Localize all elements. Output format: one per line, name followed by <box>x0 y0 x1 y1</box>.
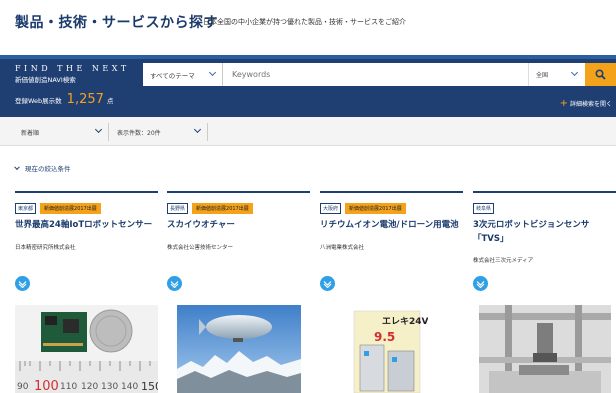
page-title: 製品・技術・サービスから探す <box>15 15 218 31</box>
company-name: 八洲電業株式会社 <box>320 245 365 251</box>
chevron-badge-icon <box>320 276 335 291</box>
award-badge: 新価値創造展2017出展 <box>40 203 101 214</box>
product-image[interactable]: エレキ24V 9.5 <box>348 305 428 393</box>
product-card[interactable]: 大阪府 新価値創造展2017出展 リチウムイオン電池/ドローン用電池 八洲電業株… <box>320 191 463 393</box>
chevron-badge-icon <box>167 276 182 291</box>
ruler-label: 130 <box>101 382 118 392</box>
prefecture-badge: 長野県 <box>167 203 189 214</box>
chevron-badge-icon <box>15 276 30 291</box>
product-card[interactable]: 岐阜県 3次元ロボットビジョンセンサ「TVS」 株式会社三次元メディア <box>473 191 616 393</box>
product-card[interactable]: 東京都 新価値創造展2017出展 世界最高24軸IoTロボットセンサー 日本精密… <box>15 191 158 393</box>
prefecture-badge: 大阪府 <box>320 203 342 214</box>
prefecture-badge: 岐阜県 <box>473 203 495 214</box>
count-unit: 点 <box>106 97 114 105</box>
product-image-text: 9.5 <box>374 330 395 344</box>
count-value: 1,257 <box>66 92 104 107</box>
current-filter-toggle[interactable]: 現在の絞込条件 <box>14 163 71 173</box>
search-button[interactable] <box>585 63 616 86</box>
advanced-search-label: 詳細検索を開く <box>569 101 612 108</box>
ruler-label: 90 <box>17 382 29 392</box>
product-title[interactable]: 世界最高24軸IoTロボットセンサー <box>15 219 158 233</box>
theme-select-label: すべてのテーマ <box>150 71 195 80</box>
area-select-label: 全国 <box>536 72 549 79</box>
plus-icon: + <box>559 97 568 109</box>
search-icon <box>595 69 606 80</box>
area-select[interactable]: 全国 <box>528 63 585 86</box>
product-title[interactable]: 3次元ロボットビジョンセンサ「TVS」 <box>473 219 616 246</box>
ruler-label: 120 <box>81 382 98 392</box>
prefecture-badge: 東京都 <box>15 203 37 214</box>
brand-en: FIND THE NEXT <box>15 64 130 73</box>
ruler-label: 100 <box>34 379 59 393</box>
sort-order-select[interactable]: 新着順 <box>15 123 109 141</box>
product-image-text: エレキ24V <box>382 316 428 327</box>
chevron-down-icon <box>193 125 202 134</box>
theme-select[interactable]: すべてのテーマ <box>143 63 223 86</box>
award-badge: 新価値創造展2017出展 <box>192 203 253 214</box>
current-filter-label: 現在の絞込条件 <box>25 165 71 173</box>
product-image[interactable]: 90 100 110 120 130 140 150 <box>15 305 158 393</box>
chevron-down-icon <box>94 125 103 134</box>
chevron-badge-icon <box>473 276 488 291</box>
advanced-search-toggle[interactable]: + 詳細検索を開く <box>559 97 612 109</box>
product-image[interactable] <box>479 305 611 393</box>
ruler-label: 140 <box>121 382 138 392</box>
search-brand: FIND THE NEXT 新価値創造NAVI検索 <box>15 64 130 84</box>
product-image[interactable] <box>177 305 301 393</box>
page-header: 製品・技術・サービスから探す 日本全国の中小企業が持つ優れた製品・技術・サービス… <box>0 0 616 55</box>
count-label: 登録Web展示数 <box>15 97 62 105</box>
page-description: 日本全国の中小企業が持つ優れた製品・技術・サービスをご紹介 <box>203 18 406 26</box>
brand-jp: 新価値創造NAVI検索 <box>15 76 76 84</box>
product-card[interactable]: 長野県 新価値創造展2017出展 スカイウオチャー 株式会社公害技術センター <box>167 191 310 393</box>
per-page-select[interactable]: 表示件数：20件 <box>111 123 208 141</box>
award-badge: 新価値創造展2017出展 <box>345 203 406 214</box>
exhibit-count: 登録Web展示数 1,257 点 <box>15 92 113 107</box>
company-name: 株式会社三次元メディア <box>473 258 534 264</box>
company-name: 株式会社公害技術センター <box>167 245 234 251</box>
product-title[interactable]: スカイウオチャー <box>167 219 310 233</box>
keyword-input[interactable] <box>223 63 528 86</box>
chevron-down-icon <box>208 68 217 77</box>
per-page-label: 表示件数：20件 <box>117 129 161 137</box>
search-panel-stripe <box>0 55 616 59</box>
ruler-label: 150 <box>141 380 158 393</box>
chevron-down-icon <box>570 68 579 77</box>
sort-order-label: 新着順 <box>21 129 40 137</box>
product-title[interactable]: リチウムイオン電池/ドローン用電池 <box>320 219 463 233</box>
chevron-down-icon <box>14 163 20 170</box>
company-name: 日本精密研究所株式会社 <box>15 245 76 251</box>
ruler-label: 110 <box>60 382 77 392</box>
